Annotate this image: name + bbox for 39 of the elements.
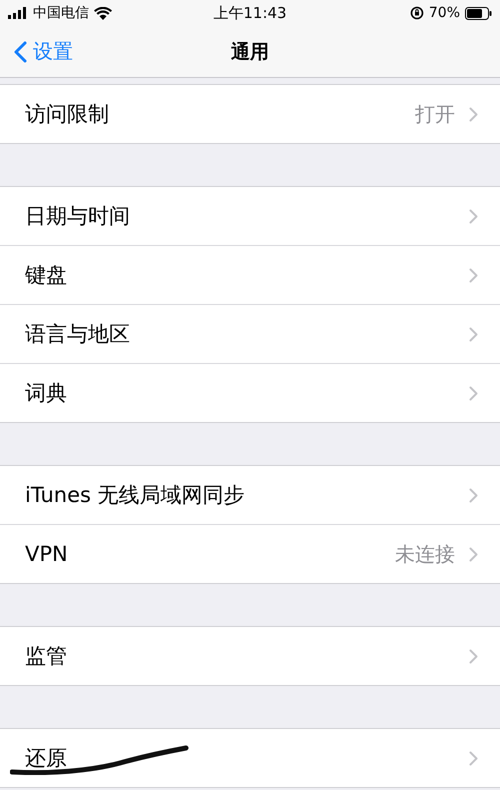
row-value: 打开 [415, 100, 455, 128]
row-label: 键盘 [25, 262, 67, 289]
row-label: 监管 [25, 643, 67, 670]
settings-row[interactable]: VPN 未连接 [0, 525, 500, 583]
settings-row[interactable]: 还原 [0, 729, 500, 787]
row-label: 还原 [25, 745, 67, 772]
rotation-lock-icon [410, 6, 424, 20]
chevron-icon [469, 326, 478, 342]
settings-row[interactable]: 监管 [0, 627, 500, 685]
row-label: VPN [25, 542, 68, 566]
chevron-icon [469, 106, 478, 122]
chevron-icon [469, 750, 478, 766]
clock-text: 上午11:43 [212, 4, 288, 22]
settings-row[interactable]: iTunes 无线局域网同步 [0, 466, 500, 525]
row-label: iTunes 无线局域网同步 [25, 482, 245, 509]
battery-percent: 70% [428, 5, 460, 21]
battery-icon [465, 6, 492, 20]
row-label: 访问限制 [25, 101, 109, 128]
wifi-icon [94, 6, 112, 20]
row-label: 语言与地区 [25, 321, 130, 348]
chevron-icon [469, 546, 478, 562]
chevron-icon [469, 268, 478, 282]
chevron-icon [469, 488, 478, 502]
settings-row[interactable]: 语言与地区 [0, 305, 500, 364]
settings-row[interactable]: 日期与时间 [0, 187, 500, 246]
row-label: 词典 [25, 380, 67, 407]
signal-icon [8, 7, 28, 19]
settings-row[interactable]: 访问限制 打开 [0, 85, 500, 143]
chevron-icon [469, 386, 478, 400]
carrier-text: 中国电信 [33, 4, 89, 22]
settings-row[interactable]: 键盘 [0, 246, 500, 305]
screen-title: 通用 [231, 40, 269, 64]
row-value: 未连接 [395, 540, 455, 568]
back-chevron-icon [14, 40, 27, 62]
settings-row[interactable]: 词典 [0, 364, 500, 422]
back-button[interactable]: 设置 [12, 36, 75, 67]
chevron-icon [469, 648, 478, 664]
chevron-icon [469, 208, 478, 224]
row-label: 日期与时间 [25, 203, 130, 230]
